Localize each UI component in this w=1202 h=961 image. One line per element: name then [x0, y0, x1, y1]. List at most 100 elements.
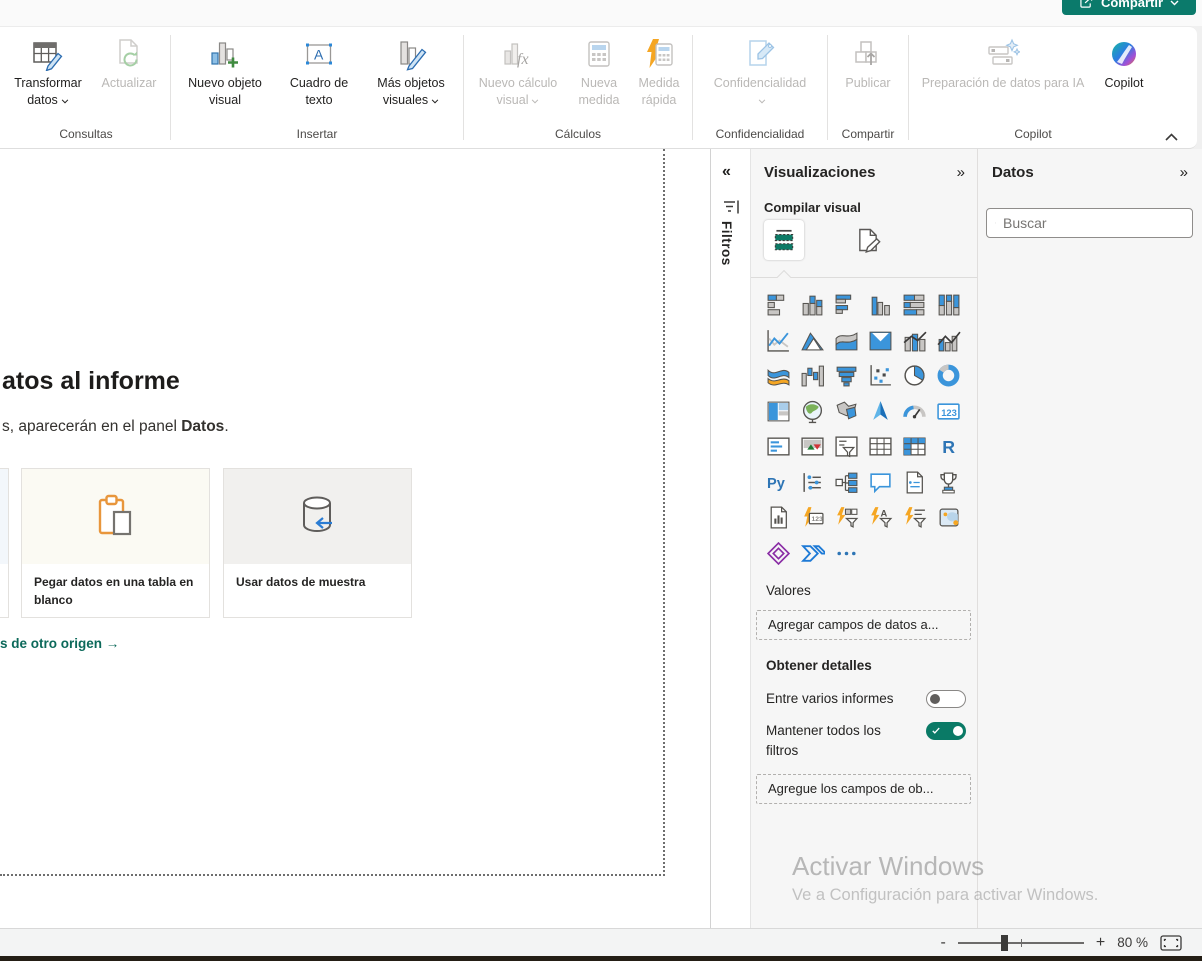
azure-map-icon[interactable]	[863, 394, 897, 430]
stacked-bar-chart-icon[interactable]	[761, 287, 795, 323]
ribbon-group-label: Compartir	[832, 125, 904, 144]
100-stacked-bar-chart-icon[interactable]	[897, 287, 931, 323]
sensitivity-button[interactable]: Confidencialidad	[697, 35, 823, 108]
status-bar: - + 80 %	[0, 928, 1202, 956]
stacked-area-chart-icon[interactable]	[829, 323, 863, 359]
100-stacked-column-chart-icon[interactable]	[931, 287, 965, 323]
area-chart-icon[interactable]	[795, 323, 829, 359]
quick-text-slicer-icon[interactable]: A	[863, 500, 897, 536]
text-box-button[interactable]: ACuadro de texto	[277, 35, 361, 108]
paginated-report-icon[interactable]	[761, 500, 795, 536]
paste-data-card[interactable]: Pegar datos en una tabla en blanco	[21, 468, 210, 618]
fit-to-page-button[interactable]	[1160, 935, 1182, 951]
publish-button[interactable]: Publicar	[832, 35, 904, 92]
more-visuals-button[interactable]: Más objetos visuales	[363, 35, 459, 108]
waterfall-chart-icon[interactable]	[795, 358, 829, 394]
ribbon-chart-icon[interactable]	[761, 358, 795, 394]
keep-all-filters-toggle-label: Mantener todos los filtros	[766, 721, 914, 762]
decomposition-tree-icon[interactable]	[829, 465, 863, 501]
partial-card[interactable]	[0, 468, 9, 618]
line-chart-icon[interactable]	[761, 323, 795, 359]
transform-data-button[interactable]: Transformar datos	[6, 35, 90, 108]
kpi-icon[interactable]	[795, 429, 829, 465]
pie-chart-icon[interactable]	[897, 358, 931, 394]
arcgis-map-icon[interactable]	[931, 500, 965, 536]
ribbon-group-insertar: Nuevo objeto visualACuadro de textoMás o…	[171, 27, 463, 148]
drillthrough-fields-dropzone[interactable]: Agregue los campos de ob...	[756, 774, 971, 804]
tab-format-visual[interactable]	[851, 223, 885, 257]
report-canvas[interactable]: atos al informe s, aparecerán en el pane…	[0, 149, 665, 876]
scatter-chart-icon[interactable]	[863, 358, 897, 394]
metrics-icon[interactable]	[931, 465, 965, 501]
refresh-icon	[112, 37, 146, 71]
new-slicer-icon[interactable]	[795, 465, 829, 501]
fit-to-page-icon	[1160, 935, 1182, 951]
ai-data-prep-button[interactable]: Preparación de datos para IA	[913, 35, 1093, 92]
sample-data-card[interactable]: Usar datos de muestra	[223, 468, 412, 618]
card-icon[interactable]: 123	[931, 394, 965, 430]
zoom-level: 80 %	[1117, 935, 1148, 950]
search-input[interactable]	[1003, 215, 1184, 231]
zoom-controls: - + 80 %	[941, 929, 1182, 956]
cross-report-toggle[interactable]	[926, 690, 966, 708]
zoom-in-button[interactable]: +	[1096, 935, 1105, 951]
qa-visual-icon[interactable]	[863, 465, 897, 501]
quick-measure-button[interactable]: Medida rápida	[630, 35, 688, 108]
svg-text:A: A	[314, 46, 324, 62]
zoom-slider-handle[interactable]	[1001, 935, 1008, 951]
power-apps-icon[interactable]	[761, 536, 795, 572]
filled-map-icon[interactable]	[829, 394, 863, 430]
multi-row-card-icon[interactable]	[761, 429, 795, 465]
expand-filters-icon[interactable]: «	[722, 163, 731, 181]
chevron-down-icon	[1170, 0, 1179, 6]
collapse-ribbon-button[interactable]	[1165, 128, 1181, 140]
copilot-button[interactable]: Copilot	[1095, 35, 1153, 92]
share-button[interactable]: Compartir	[1062, 0, 1196, 15]
zoom-out-button[interactable]: -	[941, 935, 946, 951]
filters-collapsed-panel[interactable]: « Filtros	[710, 149, 750, 928]
line-and-stacked-column-chart-icon[interactable]	[897, 323, 931, 359]
collapse-data-panel-icon[interactable]: »	[1180, 164, 1188, 181]
quick-card-icon[interactable]: 123	[795, 500, 829, 536]
data-search-box[interactable]	[986, 208, 1193, 238]
keep-all-filters-toggle-row: Mantener todos los filtros	[766, 721, 966, 762]
cross-report-toggle-label: Entre varios informes	[766, 689, 914, 709]
funnel-chart-icon[interactable]	[829, 358, 863, 394]
line-and-clustered-column-chart-icon[interactable]	[931, 323, 965, 359]
clustered-bar-chart-icon[interactable]	[829, 287, 863, 323]
svg-text:Py: Py	[767, 476, 786, 492]
matrix-icon[interactable]	[897, 429, 931, 465]
new-visual-button[interactable]: Nuevo objeto visual	[175, 35, 275, 108]
100-stacked-area-chart-icon[interactable]	[863, 323, 897, 359]
new-visual-calculation-button[interactable]: fxNuevo cálculo visual	[468, 35, 568, 108]
power-automate-icon[interactable]	[795, 536, 829, 572]
quick-slicer-icon[interactable]	[829, 500, 863, 536]
keep-all-filters-toggle[interactable]	[926, 722, 966, 740]
refresh-button-label: Actualizar	[102, 75, 157, 92]
ribbon-group-label: Cálculos	[468, 125, 688, 144]
zoom-slider[interactable]	[958, 935, 1084, 951]
stacked-column-chart-icon[interactable]	[795, 287, 829, 323]
map-icon[interactable]	[795, 394, 829, 430]
visual-calculation-icon: fx	[501, 37, 535, 71]
tab-build-visual[interactable]	[764, 220, 804, 260]
quick-list-slicer-icon[interactable]	[897, 500, 931, 536]
clustered-column-chart-icon[interactable]	[863, 287, 897, 323]
donut-chart-icon[interactable]	[931, 358, 965, 394]
new-measure-button[interactable]: Nueva medida	[570, 35, 628, 108]
add-data-fields-dropzone[interactable]: Agregar campos de datos a...	[756, 610, 971, 640]
refresh-button[interactable]: Actualizar	[92, 35, 166, 92]
ribbon-group-compartir: Publicar Compartir	[828, 27, 908, 148]
gauge-icon[interactable]	[897, 394, 931, 430]
treemap-icon[interactable]	[761, 394, 795, 430]
data-prep-ai-icon	[986, 37, 1020, 71]
collapse-visualizations-icon[interactable]: »	[957, 164, 965, 181]
get-data-other-source-link[interactable]: s de otro origen →	[0, 636, 119, 651]
python-visual-icon[interactable]: Py	[761, 465, 795, 501]
table-icon[interactable]	[863, 429, 897, 465]
smart-narrative-icon[interactable]	[897, 465, 931, 501]
r-script-visual-icon[interactable]: R	[931, 429, 965, 465]
slicer-icon[interactable]	[829, 429, 863, 465]
more-visuals-ellipsis-icon[interactable]	[829, 536, 863, 572]
sensitivity-button-label: Confidencialidad	[714, 75, 806, 108]
